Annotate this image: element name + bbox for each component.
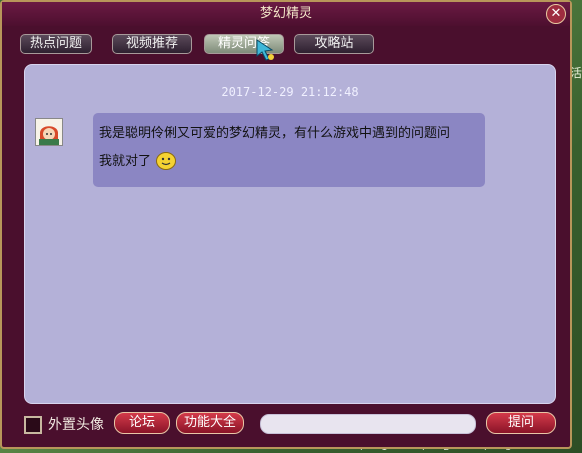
close-button[interactable]: ✕ [546,4,566,24]
tab-guide-site[interactable]: 攻略站 [294,34,374,54]
genie-avatar [35,118,63,146]
genie-window: 梦幻精灵 ✕ 热点问题 视频推荐 精灵问答 攻略站 2017-12-29 21:… [0,0,572,449]
message-timestamp: 2017-12-29 21:12:48 [221,85,359,99]
external-avatar-label: 外置头像 [48,417,104,433]
external-avatar-checkbox[interactable] [24,416,42,434]
message-line-2: 我就对了 [99,154,152,169]
tab-video-recommend[interactable]: 视频推荐 [112,34,192,54]
message-line-1: 我是聪明伶俐又可爱的梦幻精灵，有什么游戏中遇到的问题问 [99,126,451,141]
tab-hot-questions[interactable]: 热点问题 [20,34,92,54]
chat-panel: 2017-12-29 21:12:48 我是聪明伶俐又可爱的梦幻精灵，有什么游戏… [24,64,556,404]
question-input[interactable] [260,414,476,434]
smiley-emoticon-icon [156,152,176,170]
forum-button[interactable]: 论坛 [114,412,170,434]
features-button[interactable]: 功能大全 [176,412,244,434]
cursor-icon [256,39,274,61]
message-bubble: 我是聪明伶俐又可爱的梦幻精灵，有什么游戏中遇到的问题问 我就对了 [93,113,485,187]
window-title[interactable]: 梦幻精灵 [2,2,570,26]
ask-button[interactable]: 提问 [486,412,556,434]
